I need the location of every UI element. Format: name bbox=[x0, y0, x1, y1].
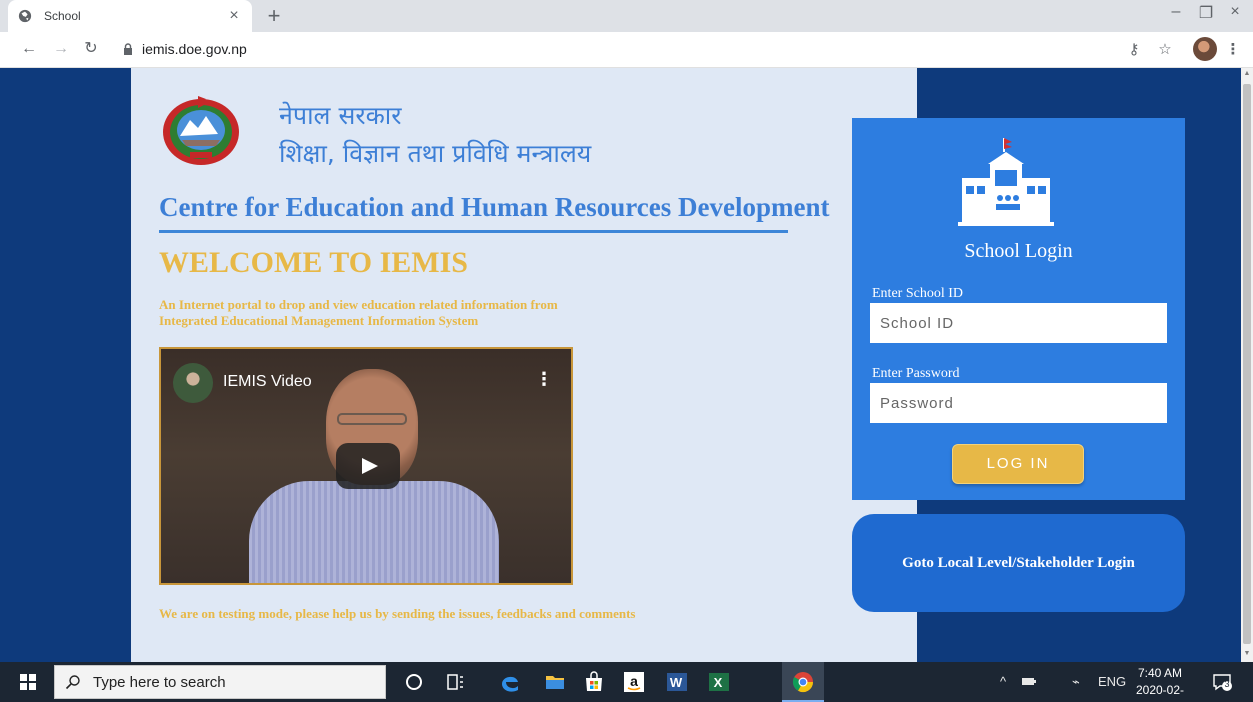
excel-icon[interactable]: X bbox=[707, 670, 731, 694]
clock-date: 2020-02-11 bbox=[1135, 683, 1185, 702]
scroll-up-icon[interactable]: ▲ bbox=[1243, 70, 1251, 77]
search-icon bbox=[65, 675, 80, 690]
school-id-input[interactable] bbox=[870, 303, 1167, 343]
channel-avatar[interactable] bbox=[173, 363, 213, 403]
scrollbar-thumb[interactable] bbox=[1243, 84, 1251, 644]
svg-text:X: X bbox=[714, 675, 723, 690]
school-building-icon bbox=[958, 138, 1054, 226]
language-indicator[interactable]: ENG bbox=[1098, 674, 1126, 689]
welcome-heading: WELCOME TO IEMIS bbox=[159, 246, 468, 279]
minimize-button[interactable]: – bbox=[1164, 3, 1188, 21]
intro-text: An Internet portal to drop and view educ… bbox=[159, 297, 558, 329]
play-button-icon[interactable] bbox=[336, 443, 400, 489]
login-button[interactable]: LOG IN bbox=[952, 444, 1084, 484]
tab-title: School bbox=[44, 9, 81, 23]
restore-button[interactable]: ❐ bbox=[1194, 3, 1218, 23]
file-explorer-icon[interactable] bbox=[543, 670, 567, 694]
school-login-panel: School Login Enter School ID Enter Passw… bbox=[852, 118, 1185, 500]
clock-time: 7:40 AM bbox=[1137, 666, 1183, 680]
menu-dots-icon[interactable]: ⋮ bbox=[1223, 40, 1243, 58]
windows-start-icon[interactable] bbox=[20, 674, 36, 690]
password-input[interactable] bbox=[870, 383, 1167, 423]
browser-tab-strip: School × + – ❐ × bbox=[0, 0, 1253, 32]
youtube-video-player[interactable]: IEMIS Video ⋮ bbox=[159, 347, 573, 585]
web-page: नेपाल सरकार शिक्षा, विज्ञान तथा प्रविधि … bbox=[0, 68, 1253, 662]
local-level-login-label: Goto Local Level/Stakeholder Login bbox=[902, 554, 1135, 571]
microsoft-store-icon[interactable] bbox=[582, 670, 606, 694]
forward-arrow-icon[interactable]: → bbox=[50, 38, 72, 60]
organization-title: Centre for Education and Human Resources… bbox=[159, 192, 830, 222]
show-hidden-icons-icon[interactable]: ^ bbox=[1000, 674, 1006, 689]
chrome-icon bbox=[792, 672, 814, 693]
profile-avatar[interactable] bbox=[1193, 37, 1217, 61]
close-tab-icon[interactable]: × bbox=[226, 7, 242, 25]
network-icon[interactable]: ⌁ bbox=[1072, 674, 1080, 690]
browser-toolbar: ← → ↻ iemis.doe.gov.np ⚷ ☆ ⋮ bbox=[0, 32, 1253, 68]
chrome-taskbar-button[interactable] bbox=[782, 662, 824, 702]
reload-icon[interactable]: ↻ bbox=[80, 38, 102, 60]
password-label: Enter Password bbox=[872, 366, 960, 381]
title-divider bbox=[159, 230, 788, 233]
lock-icon bbox=[124, 43, 132, 55]
school-id-label: Enter School ID bbox=[872, 286, 963, 301]
testing-notice: We are on testing mode, please help us b… bbox=[159, 606, 636, 621]
address-bar[interactable]: iemis.doe.gov.np bbox=[142, 41, 247, 57]
windows-taskbar: Type here to search a W X ^ ⌁ ENG 7:40 A… bbox=[0, 662, 1253, 702]
scroll-down-icon[interactable]: ▼ bbox=[1243, 650, 1251, 657]
video-title[interactable]: IEMIS Video bbox=[223, 373, 312, 391]
battery-icon[interactable] bbox=[1020, 672, 1038, 690]
svg-text:W: W bbox=[670, 675, 683, 690]
nepal-emblem-logo bbox=[163, 96, 239, 165]
edge-browser-icon[interactable] bbox=[498, 670, 522, 694]
school-login-title: School Login bbox=[964, 240, 1073, 262]
back-arrow-icon[interactable]: ← bbox=[18, 38, 40, 60]
close-window-button[interactable]: × bbox=[1223, 3, 1247, 21]
task-view-icon[interactable] bbox=[443, 670, 467, 694]
key-icon[interactable]: ⚷ bbox=[1124, 40, 1144, 58]
svg-text:a: a bbox=[630, 673, 638, 689]
government-title: नेपाल सरकार bbox=[279, 101, 402, 130]
video-menu-icon[interactable]: ⋮ bbox=[535, 369, 553, 390]
ministry-title: शिक्षा, विज्ञान तथा प्रविधि मन्त्रालय bbox=[279, 139, 592, 168]
cortana-icon[interactable] bbox=[402, 670, 426, 694]
bookmark-star-icon[interactable]: ☆ bbox=[1155, 40, 1175, 58]
intro-line: An Internet portal to drop and view educ… bbox=[159, 297, 558, 312]
notification-count: 3 bbox=[1224, 679, 1230, 689]
new-tab-button[interactable]: + bbox=[262, 3, 286, 29]
taskbar-search-placeholder: Type here to search bbox=[93, 673, 226, 691]
video-thumbnail-glasses bbox=[337, 413, 407, 425]
video-thumbnail-person bbox=[249, 481, 499, 583]
system-clock[interactable]: 7:40 AM 2020-02-11 bbox=[1130, 665, 1190, 702]
intro-line: Integrated Educational Management Inform… bbox=[159, 313, 479, 328]
taskbar-search-box[interactable]: Type here to search bbox=[54, 665, 386, 699]
globe-icon bbox=[18, 9, 32, 23]
browser-tab[interactable]: School × bbox=[8, 0, 252, 32]
local-level-login-button[interactable]: Goto Local Level/Stakeholder Login bbox=[852, 514, 1185, 612]
word-icon[interactable]: W bbox=[665, 670, 689, 694]
page-scrollbar[interactable]: ▲ ▼ bbox=[1241, 68, 1253, 662]
amazon-icon[interactable]: a bbox=[622, 670, 646, 694]
